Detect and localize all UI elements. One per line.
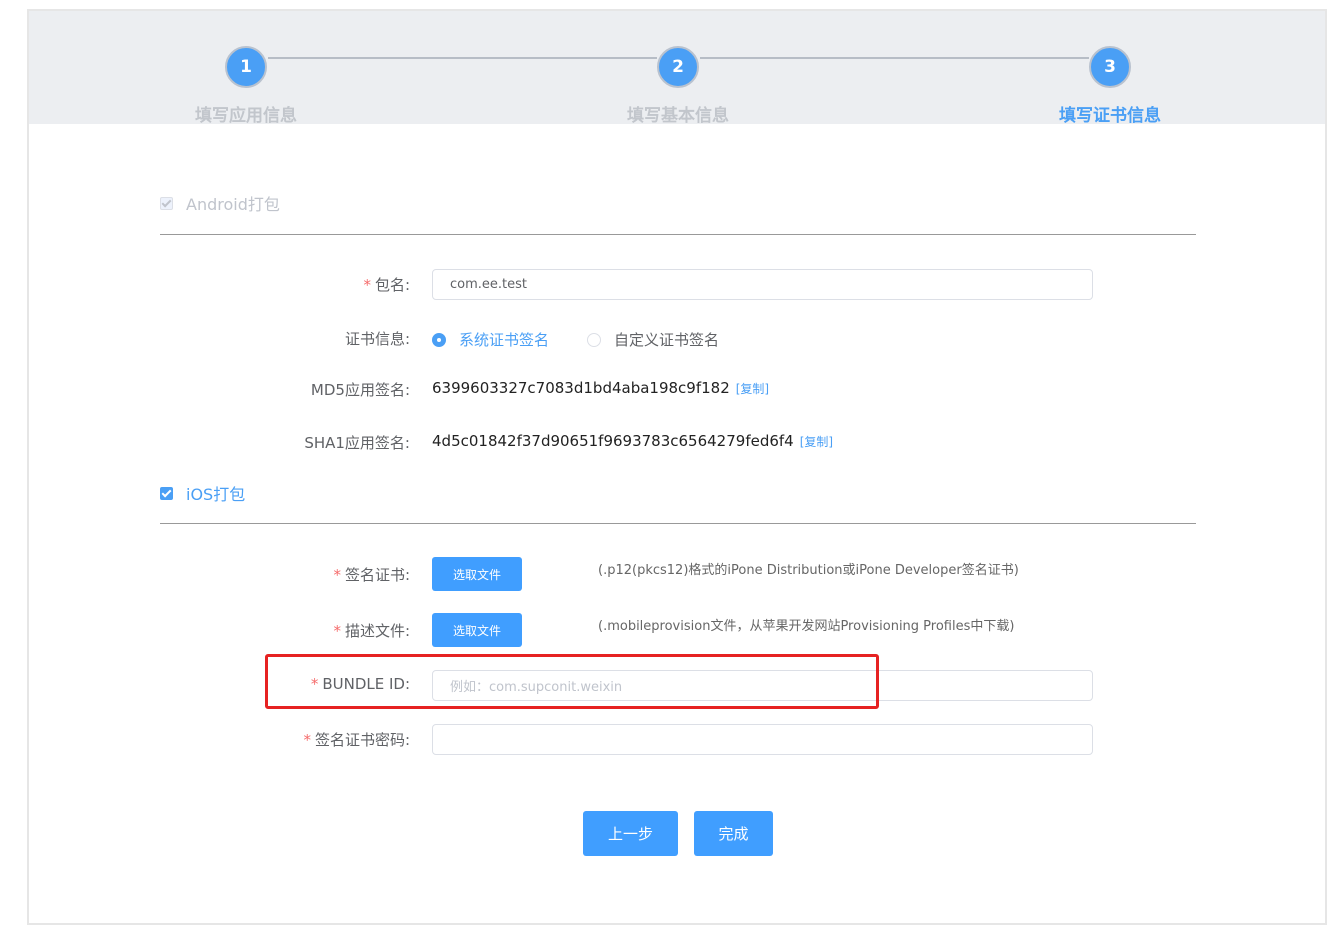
copy-sha1-link[interactable]: [复制] bbox=[800, 435, 833, 449]
choose-profile-button[interactable]: 选取文件 bbox=[432, 613, 522, 647]
radio-custom-cert-label: 自定义证书签名 bbox=[614, 331, 720, 349]
divider bbox=[160, 523, 1196, 524]
finish-button[interactable]: 完成 bbox=[694, 811, 773, 856]
copy-md5-link[interactable]: [复制] bbox=[736, 382, 769, 396]
md5-label: MD5应用签名: bbox=[310, 381, 410, 399]
package-name-input[interactable]: com.ee.test bbox=[432, 269, 1093, 300]
step-3-circle: 3 bbox=[1089, 46, 1131, 88]
step-2-circle: 2 bbox=[657, 46, 699, 88]
md5-value: 6399603327c7083d1bd4aba198c9f182 [复制] bbox=[432, 379, 769, 397]
sha1-label: SHA1应用签名: bbox=[304, 434, 410, 452]
checkbox-icon bbox=[160, 196, 173, 210]
divider bbox=[160, 234, 1196, 235]
ios-checkbox-label: iOS打包 bbox=[186, 485, 246, 504]
step-connector bbox=[268, 57, 657, 59]
sign-cert-label: * 签名证书: bbox=[333, 566, 410, 584]
checkbox-icon bbox=[160, 486, 173, 500]
prev-step-button[interactable]: 上一步 bbox=[583, 811, 678, 856]
radio-icon bbox=[432, 332, 446, 347]
profile-hint: (.mobileprovision文件，从苹果开发网站Provisioning … bbox=[598, 619, 1015, 634]
sha1-value: 4d5c01842f37d90651f9693783c6564279fed6f4… bbox=[432, 432, 833, 450]
cert-password-input[interactable] bbox=[432, 724, 1093, 755]
form-panel bbox=[27, 9, 1327, 925]
radio-system-cert-label: 系统证书签名 bbox=[459, 331, 550, 349]
sign-cert-hint: (.p12(pkcs12)格式的iPone Distribution或iPone… bbox=[598, 563, 1019, 578]
step-1-label: 填写应用信息 bbox=[195, 106, 297, 126]
sha1-text: 4d5c01842f37d90651f9693783c6564279fed6f4 bbox=[432, 432, 794, 450]
highlight-box bbox=[265, 654, 879, 709]
radio-custom-cert[interactable]: 自定义证书签名 bbox=[587, 329, 719, 350]
step-connector bbox=[700, 57, 1089, 59]
android-package-checkbox[interactable]: Android打包 bbox=[160, 191, 280, 215]
step-2-label: 填写基本信息 bbox=[627, 106, 729, 126]
md5-text: 6399603327c7083d1bd4aba198c9f182 bbox=[432, 379, 730, 397]
profile-label: * 描述文件: bbox=[333, 622, 410, 640]
choose-sign-cert-button[interactable]: 选取文件 bbox=[432, 557, 522, 591]
ios-package-checkbox[interactable]: iOS打包 bbox=[160, 481, 245, 505]
step-3-label: 填写证书信息 bbox=[1059, 106, 1161, 126]
radio-system-cert[interactable]: 系统证书签名 bbox=[432, 329, 549, 350]
android-checkbox-label: Android打包 bbox=[186, 195, 280, 214]
radio-icon bbox=[587, 332, 601, 347]
cert-password-label: * 签名证书密码: bbox=[303, 731, 410, 749]
cert-info-label: 证书信息: bbox=[344, 330, 410, 348]
step-1-circle: 1 bbox=[225, 46, 267, 88]
package-label: * 包名: bbox=[363, 276, 410, 294]
